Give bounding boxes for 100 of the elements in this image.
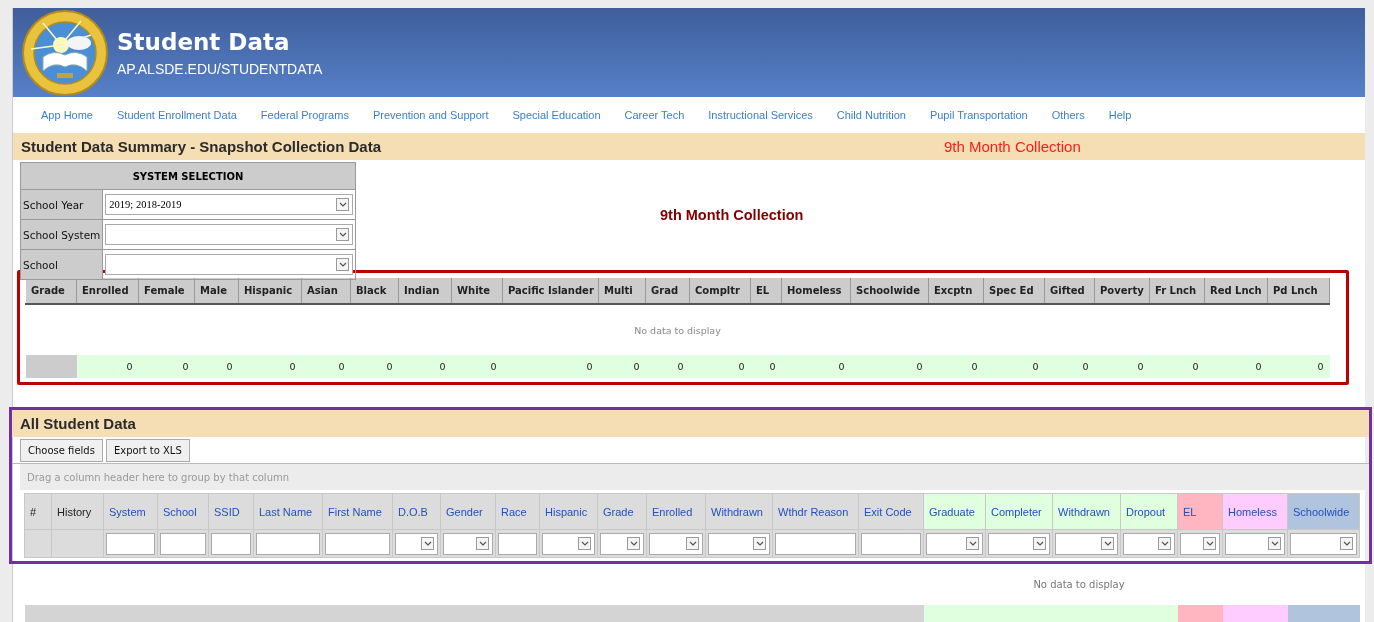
filter-dropdown[interactable] (1180, 532, 1220, 555)
column-header[interactable]: Last Name (253, 493, 323, 530)
chevron-down-icon (1035, 541, 1044, 546)
filter-field[interactable] (325, 532, 390, 555)
dropdown-button[interactable] (421, 537, 434, 550)
nav-link[interactable]: Help (1096, 108, 1144, 121)
total-cell: 0 (928, 355, 984, 378)
column-header[interactable]: Homeless (1222, 493, 1288, 530)
column-header[interactable]: Dropout (1120, 493, 1178, 530)
toolbar-button[interactable]: Export to XLS (105, 439, 190, 462)
filter-dropdown[interactable] (443, 532, 493, 555)
total-cell: 0 (781, 355, 851, 378)
dropdown-button[interactable] (1340, 537, 1353, 550)
filter-dropdown[interactable] (1225, 532, 1285, 555)
nav-link[interactable]: Child Nutrition (824, 108, 918, 121)
dropdown-button[interactable] (336, 228, 349, 241)
total-cell: 0 (76, 355, 139, 378)
column-header[interactable]: First Name (322, 493, 393, 530)
total-cell: 0 (502, 355, 599, 378)
nav-link[interactable]: Special Education (500, 108, 613, 121)
dropdown-button[interactable] (476, 537, 489, 550)
filter-dropdown[interactable] (649, 532, 703, 555)
filter-field[interactable] (256, 532, 320, 555)
chevron-down-icon (338, 202, 347, 207)
column-header[interactable]: School (157, 493, 209, 530)
filter-dropdown[interactable] (1290, 532, 1357, 555)
filter-field[interactable] (861, 532, 921, 555)
nav-link[interactable]: Federal Programs (248, 108, 361, 121)
panel-title: SYSTEM SELECTION (20, 162, 356, 190)
column-header[interactable]: EL (1177, 493, 1223, 530)
filter-dropdown[interactable] (926, 532, 983, 555)
chevron-down-icon (629, 541, 638, 546)
column-header[interactable]: SSID (208, 493, 254, 530)
dropdown-button[interactable] (1158, 537, 1171, 550)
column-header[interactable]: Gender (440, 493, 496, 530)
filter-field[interactable] (498, 532, 537, 555)
filter-dropdown[interactable] (600, 532, 644, 555)
collection-label: 9th Month Collection (944, 138, 1081, 155)
column-header[interactable]: Race (495, 493, 540, 530)
column-header[interactable]: Withdrawn (1052, 493, 1121, 530)
dropdown-button[interactable] (1033, 537, 1046, 550)
filter-field[interactable] (211, 532, 251, 555)
column-header: Spec Ed (983, 278, 1045, 304)
total-cell: 0 (398, 355, 452, 378)
chevron-down-icon (338, 232, 347, 237)
nav-link[interactable]: Instructional Services (696, 108, 825, 121)
toolbar-button[interactable]: Choose fields (20, 439, 103, 462)
dropdown-field[interactable] (105, 254, 353, 275)
dropdown-button[interactable] (627, 537, 640, 550)
nav-link[interactable]: Pupil Transportation (917, 108, 1040, 121)
total-cell: 0 (1094, 355, 1150, 378)
column-header[interactable]: System (103, 493, 158, 530)
filter-field[interactable] (106, 532, 155, 555)
column-header[interactable]: Grade (597, 493, 647, 530)
dropdown-button[interactable] (1268, 537, 1281, 550)
dropdown-button[interactable] (686, 537, 699, 550)
dropdown-button[interactable] (1101, 537, 1114, 550)
chevron-down-icon (1342, 541, 1351, 546)
column-header: Pacific Islander (502, 278, 599, 304)
total-cell: 0 (194, 355, 239, 378)
total-cell: 0 (138, 355, 195, 378)
dropdown-button[interactable] (336, 198, 349, 211)
column-header: Hispanic (238, 278, 302, 304)
site-title: Student Data (117, 28, 291, 55)
field-label: School Year (20, 189, 103, 220)
filter-dropdown[interactable] (988, 532, 1050, 555)
column-header: Grad (645, 278, 690, 304)
nav-link[interactable]: Prevention and Support (360, 108, 501, 121)
dropdown-button[interactable] (578, 537, 591, 550)
chevron-down-icon (580, 541, 589, 546)
column-header[interactable]: Withdrawn (705, 493, 773, 530)
dropdown-button[interactable] (966, 537, 979, 550)
column-header: Homeless (781, 278, 851, 304)
nav-link[interactable]: Career Tech (612, 108, 697, 121)
filter-field[interactable] (160, 532, 206, 555)
filter-dropdown[interactable] (708, 532, 770, 555)
dropdown-field[interactable]: 2019; 2018-2019 (105, 194, 353, 215)
filter-dropdown[interactable] (1055, 532, 1118, 555)
dropdown-button[interactable] (336, 258, 349, 271)
total-cell: 0 (750, 355, 782, 378)
nav-link[interactable]: App Home (29, 108, 105, 121)
filter-dropdown[interactable] (542, 532, 595, 555)
column-header[interactable]: Hispanic (539, 493, 598, 530)
column-header[interactable]: D.O.B (392, 493, 441, 530)
collection-heading: 9th Month Collection (660, 207, 804, 225)
column-header[interactable]: Exit Code (858, 493, 924, 530)
column-header[interactable]: Completer (985, 493, 1053, 530)
column-header[interactable]: Graduate (923, 493, 986, 530)
dropdown-button[interactable] (753, 537, 766, 550)
filter-dropdown[interactable] (1123, 532, 1175, 555)
nav-link[interactable]: Student Enrollment Data (105, 108, 249, 121)
nav-link[interactable]: Others (1039, 108, 1097, 121)
dropdown-field[interactable] (105, 224, 353, 245)
column-header[interactable]: Wthdr Reason (772, 493, 859, 530)
section-title: Student Data Summary - Snapshot Collection Data (21, 138, 383, 155)
column-header[interactable]: Schoolwide (1287, 493, 1360, 530)
filter-dropdown[interactable] (395, 532, 438, 555)
column-header[interactable]: Enrolled (646, 493, 706, 530)
dropdown-button[interactable] (1203, 537, 1216, 550)
filter-field[interactable] (775, 532, 856, 555)
